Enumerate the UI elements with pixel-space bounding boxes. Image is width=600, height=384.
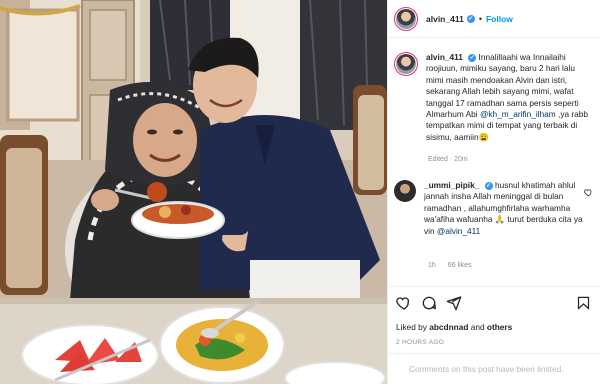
share-icon[interactable] xyxy=(446,295,462,311)
caption-meta: Edited · 20m xyxy=(428,156,468,163)
commenter-username[interactable]: _ummi_pipik_ xyxy=(424,180,479,190)
follow-button[interactable]: Follow xyxy=(486,14,513,24)
author-avatar[interactable] xyxy=(394,6,418,31)
verified-badge-icon: ✓ xyxy=(466,14,475,23)
avatar-image xyxy=(396,54,416,74)
commenter-avatar[interactable] xyxy=(394,180,416,202)
comment-time: 1h xyxy=(428,262,436,269)
verified-badge-icon: ✓ xyxy=(484,181,493,190)
post-timestamp[interactable]: 2 HOURS AGO xyxy=(396,339,444,346)
comment-meta: 1h 66 likes xyxy=(428,262,484,269)
caption-text: alvin_411 ✓ Innalillaahi wa Innailaihi r… xyxy=(426,52,594,143)
header-separator: • xyxy=(478,13,482,24)
comments-limited-notice: Comments on this post have been limited. xyxy=(388,353,600,384)
caption-username[interactable]: alvin_411 xyxy=(426,52,463,62)
post-header: alvin_411 ✓ • Follow xyxy=(388,0,600,38)
caption-avatar[interactable] xyxy=(394,52,418,76)
caption-mention-link[interactable]: @kh_m_arifin_ilham xyxy=(480,109,556,119)
weary-emoji-icon: 😩 xyxy=(478,131,489,142)
comment-entry: _ummi_pipik_ ✓ husnul khatimah ahlul jan… xyxy=(394,180,584,237)
avatar-image xyxy=(396,8,416,29)
verified-badge-icon: ✓ xyxy=(468,53,477,62)
post-panel: alvin_411 ✓ • Follow alvin_411 ✓ Innalil… xyxy=(387,0,600,384)
comments-section[interactable]: alvin_411 ✓ Innalillaahi wa Innailaihi r… xyxy=(388,38,600,286)
post-photo[interactable] xyxy=(0,0,387,384)
caption-entry: alvin_411 ✓ Innalillaahi wa Innailaihi r… xyxy=(394,52,594,143)
action-bar xyxy=(388,286,600,316)
likes-others-link[interactable]: others xyxy=(487,322,512,332)
comment-likes[interactable]: 66 likes xyxy=(448,262,472,269)
author-username[interactable]: alvin_411 xyxy=(426,14,464,24)
bookmark-icon[interactable] xyxy=(576,295,591,311)
pray-emoji-icon: 🙏 xyxy=(494,214,506,225)
heart-icon[interactable] xyxy=(396,295,412,311)
comment-like-heart-icon[interactable] xyxy=(584,188,593,197)
likes-and: and xyxy=(468,322,487,332)
likes-summary: Liked by abcdnnad and others xyxy=(396,322,512,332)
comment-text: _ummi_pipik_ ✓ husnul khatimah ahlul jan… xyxy=(424,180,584,237)
likes-user-link[interactable]: abcdnnad xyxy=(429,322,468,332)
comment-mention-link[interactable]: @alvin_411 xyxy=(437,226,480,236)
post-image xyxy=(0,0,387,384)
likes-prefix: Liked by xyxy=(396,322,430,332)
comment-icon[interactable] xyxy=(421,295,437,311)
